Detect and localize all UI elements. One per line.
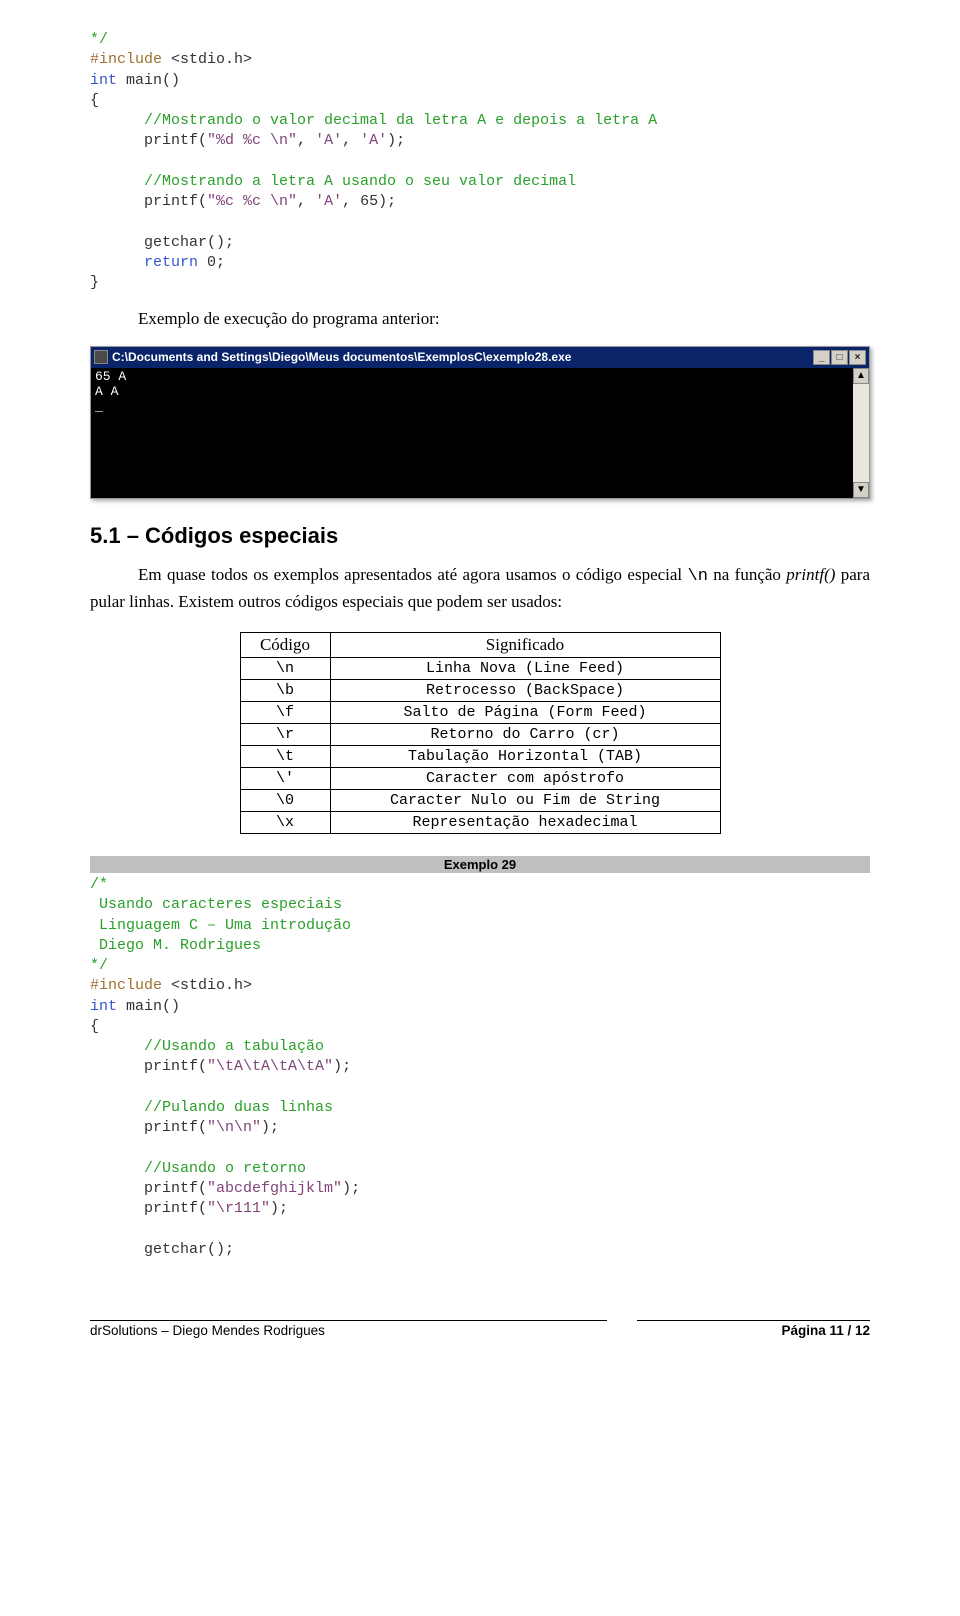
- footer-author: drSolutions – Diego Mendes Rodrigues: [90, 1323, 325, 1338]
- minimize-button[interactable]: _: [813, 350, 830, 365]
- scroll-down-icon[interactable]: ▼: [853, 482, 869, 498]
- document-page: */ #include <stdio.h> int main() { //Mos…: [0, 0, 960, 1378]
- table-row: \xRepresentação hexadecimal: [240, 812, 720, 834]
- code-comment: */: [90, 957, 108, 974]
- terminal-scrollbar[interactable]: ▲ ▼: [853, 368, 869, 498]
- code-line: printf(: [90, 1200, 207, 1217]
- table-header-row: Código Significado: [240, 633, 720, 658]
- code-string: "%d %c \n": [207, 132, 297, 149]
- codes-table: Código Significado \nLinha Nova (Line Fe…: [240, 632, 721, 834]
- example-label-bar: Exemplo 29: [90, 856, 870, 873]
- table-row: \tTabulação Horizontal (TAB): [240, 746, 720, 768]
- code-comment: Linguagem C – Uma introdução: [90, 917, 351, 934]
- code-comment: //Usando a tabulação: [90, 1038, 324, 1055]
- code-block-top: */ #include <stdio.h> int main() { //Mos…: [90, 30, 870, 293]
- code-line: {: [90, 92, 99, 109]
- terminal-title-text: C:\Documents and Settings\Diego\Meus doc…: [112, 350, 571, 364]
- code-line: #include: [90, 977, 162, 994]
- table-row: \nLinha Nova (Line Feed): [240, 658, 720, 680]
- footer-page-number: Página 11 / 12: [781, 1323, 870, 1338]
- code-comment: Usando caracteres especiais: [90, 896, 342, 913]
- code-string: "abcdefghijklm": [207, 1180, 342, 1197]
- footer-rule-left: [90, 1320, 607, 1321]
- table-row: \0Caracter Nulo ou Fim de String: [240, 790, 720, 812]
- close-button[interactable]: ×: [849, 350, 866, 365]
- code-comment: //Pulando duas linhas: [90, 1099, 333, 1116]
- table-row: \bRetrocesso (BackSpace): [240, 680, 720, 702]
- code-line: printf(: [90, 1180, 207, 1197]
- code-block-bottom: /* Usando caracteres especiais Linguagem…: [90, 875, 870, 1260]
- footer-rule-right: [637, 1320, 870, 1321]
- code-comment: Diego M. Rodrigues: [90, 937, 261, 954]
- terminal-output: 65 A A A _: [91, 368, 853, 498]
- code-line: getchar();: [90, 234, 234, 251]
- scroll-up-icon[interactable]: ▲: [853, 368, 869, 384]
- code-comment: //Usando o retorno: [90, 1160, 306, 1177]
- code-line: }: [90, 274, 99, 291]
- code-comment: //Mostrando a letra A usando o seu valor…: [90, 173, 576, 190]
- code-line: printf(: [90, 193, 207, 210]
- terminal-titlebar: C:\Documents and Settings\Diego\Meus doc…: [91, 347, 869, 368]
- code-line: */: [90, 31, 108, 48]
- terminal-app-icon: [94, 350, 108, 364]
- code-line: int: [90, 72, 117, 89]
- code-comment: /*: [90, 876, 108, 893]
- code-line: printf(: [90, 1119, 207, 1136]
- code-string: "\tA\tA\tA\tA": [207, 1058, 333, 1075]
- code-line: <stdio.h>: [162, 51, 252, 68]
- table-header-meaning: Significado: [330, 633, 720, 658]
- terminal-window: C:\Documents and Settings\Diego\Meus doc…: [90, 346, 870, 499]
- code-line: #include: [90, 51, 162, 68]
- code-line: getchar();: [90, 1241, 234, 1258]
- code-line: printf(: [90, 132, 207, 149]
- section-heading: 5.1 – Códigos especiais: [90, 523, 870, 549]
- table-header-code: Código: [240, 633, 330, 658]
- exec-caption: Exemplo de execução do programa anterior…: [90, 307, 870, 332]
- code-string: "\r111": [207, 1200, 270, 1217]
- table-row: \'Caracter com apóstrofo: [240, 768, 720, 790]
- code-line: int: [90, 998, 117, 1015]
- code-line: {: [90, 1018, 99, 1035]
- table-row: \rRetorno do Carro (cr): [240, 724, 720, 746]
- code-string: "%c %c \n": [207, 193, 297, 210]
- maximize-button[interactable]: □: [831, 350, 848, 365]
- code-line: printf(: [90, 1058, 207, 1075]
- table-row: \fSalto de Página (Form Feed): [240, 702, 720, 724]
- code-line: main(): [117, 72, 180, 89]
- scroll-track[interactable]: [853, 384, 869, 482]
- code-line: return: [90, 254, 198, 271]
- page-footer: drSolutions – Diego Mendes Rodrigues Pág…: [90, 1320, 870, 1338]
- code-string: "\n\n": [207, 1119, 261, 1136]
- intro-paragraph: Em quase todos os exemplos apresentados …: [90, 563, 870, 614]
- code-comment: //Mostrando o valor decimal da letra A e…: [90, 112, 657, 129]
- codes-table-wrap: Código Significado \nLinha Nova (Line Fe…: [90, 632, 870, 834]
